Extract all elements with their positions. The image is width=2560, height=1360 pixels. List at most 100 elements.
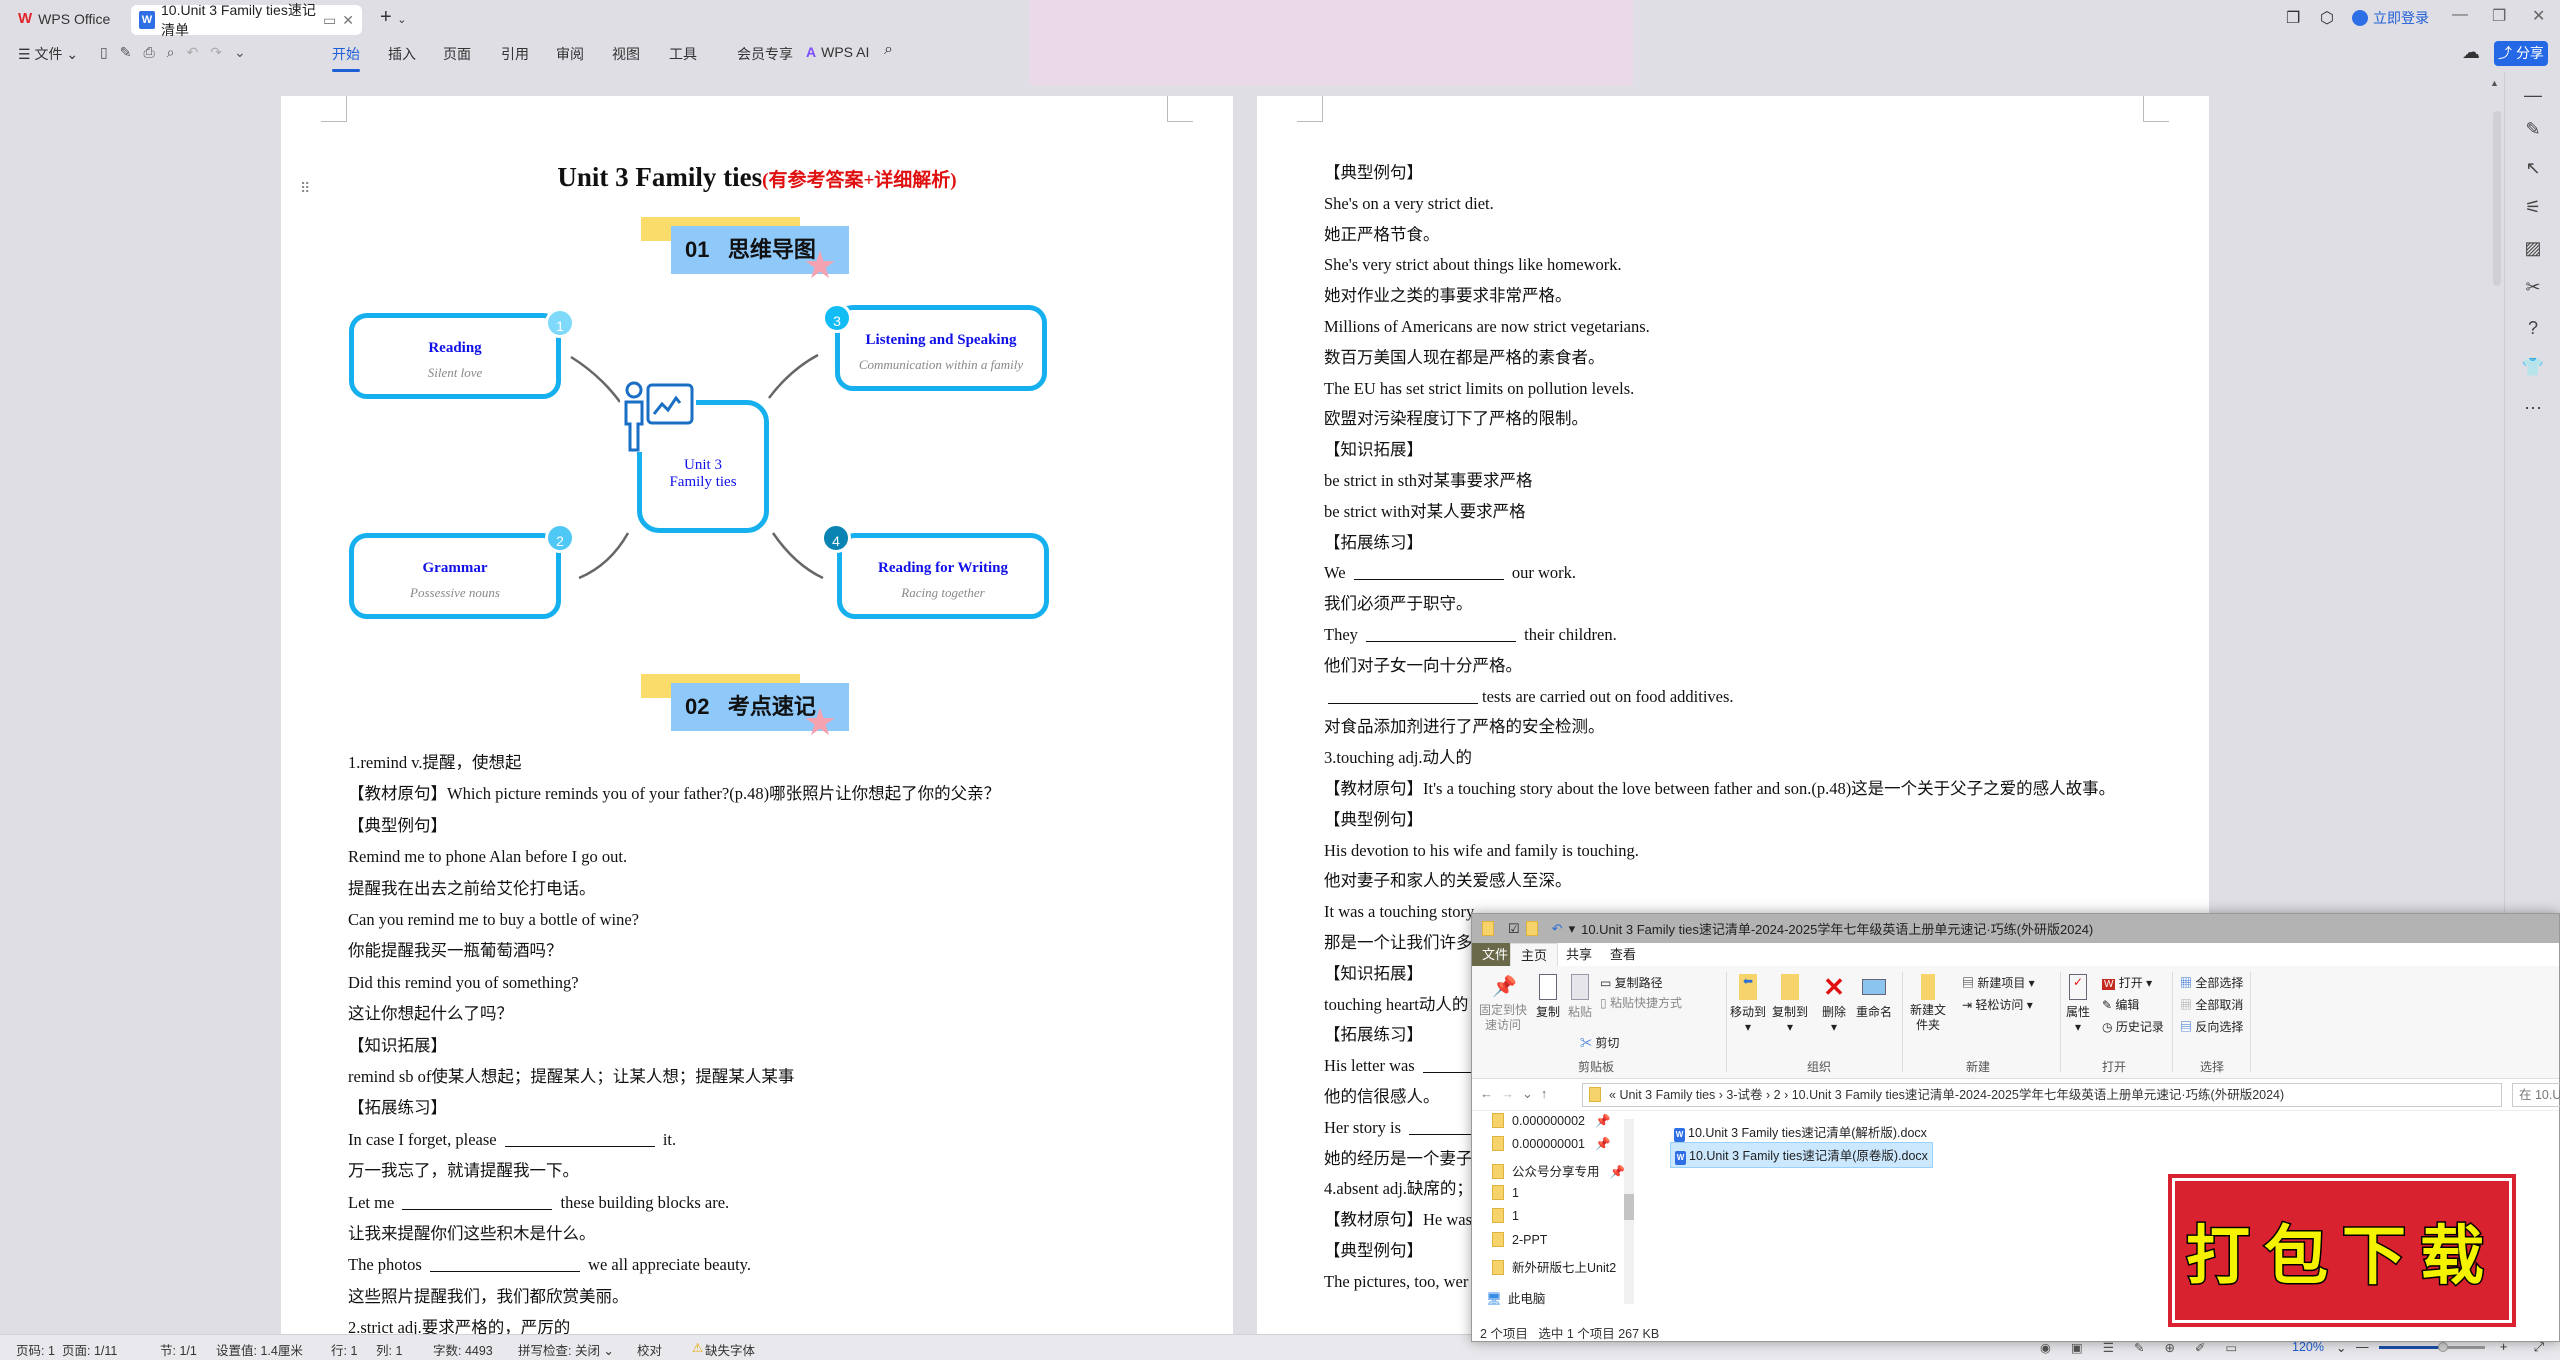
explorer-tab[interactable]: 主页 [1510, 943, 1559, 966]
text-line: 这让你想起什么了吗？ [348, 1004, 513, 1024]
computer-icon: 🖥 [1486, 1292, 1502, 1306]
status-item[interactable]: 拼写检查: 关闭 ⌄ [518, 1340, 614, 1359]
cloud-upload-icon[interactable]: ☁ [2462, 42, 2480, 63]
cursor-icon[interactable]: ↖ [2520, 155, 2546, 181]
explorer-address-row: ←→⌄↑ « Unit 3 Family ties › 3-试卷 › 2 › 1… [1472, 1079, 2560, 1111]
mindmap-node: Listening and Speaking Communication with… [835, 305, 1047, 391]
search-box[interactable]: 在 10.Unit 3 [2512, 1083, 2560, 1107]
breadcrumb-overflow[interactable]: « [1609, 1088, 1619, 1102]
nav-pane-scrollbar[interactable] [1624, 1119, 1634, 1304]
rename-button[interactable]: 重命名 [1856, 974, 1892, 1020]
delete-button[interactable]: ✕ 删除 ▾ [1822, 974, 1846, 1034]
select-all-button[interactable]: ▦ 全部选择 [2180, 974, 2243, 991]
properties-button[interactable]: ✓ 属性 ▾ [2066, 974, 2090, 1034]
text-line: tests are carried out on food additives. [1324, 682, 1734, 712]
nav-tree-item[interactable]: 1 [1492, 1185, 1519, 1200]
copy-path-button[interactable]: ▭ 复制路径 [1600, 974, 1663, 991]
copy-button[interactable]: 复制 [1536, 974, 1560, 1020]
nav-tree-item[interactable]: 2-PPT [1492, 1232, 1547, 1247]
easy-access-button[interactable]: ⇥ 轻松访问 ▾ [1962, 996, 2033, 1013]
zoom-in-icon[interactable]: + [2500, 1340, 2507, 1354]
edit-button[interactable]: ✎ 编辑 [2102, 996, 2139, 1013]
text-segment: His letter was [1324, 1056, 1419, 1076]
answer-blank[interactable] [402, 1190, 553, 1210]
share-button[interactable]: ⤴ 分享 [2494, 41, 2548, 66]
pin-quick-access-button[interactable]: 📌 固定到快速访问 [1478, 974, 1528, 1033]
status-item: 行: 1 [331, 1344, 358, 1358]
text-segment: their children. [1520, 625, 1617, 644]
nav-tree-item[interactable]: 🖥 此电脑 [1486, 1288, 1545, 1307]
zoom-dropdown-icon[interactable]: ⌄ [2336, 1340, 2346, 1355]
folder-icon [1482, 921, 1494, 936]
explorer-title-bar[interactable]: ☑ ↶ ▾ 10.Unit 3 Family ties速记清单-2024-2025学… [1472, 914, 2559, 943]
settings-sliders-icon[interactable]: ⚟ [2520, 194, 2546, 220]
gallery-icon[interactable]: ▨ [2520, 235, 2546, 261]
explorer-tab[interactable]: 查看 [1600, 943, 1646, 966]
login-button[interactable]: 立即登录 [2352, 8, 2429, 28]
forward-icon: → [1501, 1086, 1522, 1101]
nav-buttons[interactable]: ←→⌄↑ [1480, 1086, 1555, 1102]
pen-icon[interactable]: ✎ [2520, 116, 2546, 142]
download-package-stamp[interactable]: 打包下载 [2168, 1174, 2516, 1327]
folder-icon [1492, 1164, 1504, 1179]
nav-tree-item[interactable]: 1 [1492, 1208, 1519, 1223]
cut-button[interactable]: ✂ 剪切 [1580, 1034, 1619, 1051]
scroll-up-icon[interactable]: ▲ [2490, 78, 2499, 88]
breadcrumb-item[interactable]: 3-试卷 [1726, 1088, 1762, 1102]
nav-tree-item[interactable]: 公众号分享专用 📌 [1492, 1161, 1625, 1180]
new-item-button[interactable]: ▤ 新建项目 ▾ [1962, 974, 2035, 991]
restore-button[interactable]: ❐ [2492, 6, 2506, 26]
zoom-level[interactable]: 120% [2292, 1340, 2324, 1354]
select-none-button[interactable]: ▦ 全部取消 [2180, 996, 2243, 1013]
text-line: 那是一个让我们许多 [1324, 933, 1473, 952]
mindmap-node-subtitle: Possessive nouns [410, 585, 500, 600]
close-window-button[interactable]: ✕ [2532, 6, 2545, 26]
breadcrumb-item[interactable]: 10.Unit 3 Family ties速记清单-2024-2025学年七年级… [1792, 1088, 2284, 1102]
invert-selection-button[interactable]: ▤ 反向选择 [2180, 1018, 2243, 1035]
zoom-out-icon[interactable]: — [2356, 1340, 2369, 1354]
help-icon[interactable]: ? [2520, 315, 2546, 341]
open-button[interactable]: W 打开 ▾ [2102, 974, 2152, 991]
text-line: She's very strict about things like home… [1324, 255, 1622, 275]
recent-icon: ⌄ [1522, 1086, 1541, 1101]
copy-to-button[interactable]: 复制到 ▾ [1772, 974, 1808, 1034]
fullscreen-icon[interactable]: ⤢ [2534, 1340, 2544, 1355]
paste-shortcut-button[interactable]: ▯ 粘贴快捷方式 [1600, 994, 1682, 1011]
explorer-tab[interactable]: 共享 [1556, 943, 1602, 966]
outline-icon: ☰ [2102, 1341, 2134, 1355]
share-label: 分享 [2515, 45, 2544, 61]
nav-tree-item[interactable]: 0.000000001 📌 [1492, 1136, 1611, 1152]
login-label: 立即登录 [2373, 10, 2429, 26]
breadcrumb-item[interactable]: 2 [1774, 1088, 1781, 1102]
window-layout-icon[interactable]: ❐ [2286, 8, 2300, 28]
view-mode-buttons[interactable]: ◉▣☰✎⊕✐▭ [2040, 1340, 2257, 1355]
collapse-icon[interactable]: — [2520, 82, 2546, 108]
text-line: 【知识拓展】 [1324, 440, 1423, 460]
file-item[interactable]: W 10.Unit 3 Family ties速记清单(解析版).docx [1670, 1120, 1931, 1144]
answer-blank[interactable] [504, 1127, 655, 1147]
history-button[interactable]: ◷ 历史记录 [2102, 1018, 2164, 1035]
answer-blank[interactable] [1328, 684, 1478, 704]
answer-blank[interactable] [1353, 560, 1504, 581]
paste-button[interactable]: 粘贴 [1568, 974, 1592, 1020]
folder-icon [1492, 1113, 1504, 1128]
status-item[interactable]: 校对 [637, 1340, 662, 1359]
nav-tree-item[interactable]: 新外研版七上Unit2 [1492, 1257, 1616, 1276]
more-icon[interactable]: ⋯ [2520, 395, 2546, 421]
answer-blank[interactable] [429, 1252, 580, 1273]
file-item[interactable]: W 10.Unit 3 Family ties速记清单(原卷版).docx [1670, 1142, 1933, 1168]
word-doc-icon: W [1674, 1128, 1685, 1142]
answer-blank[interactable] [1366, 622, 1517, 642]
address-bar[interactable]: « Unit 3 Family ties › 3-试卷 › 2 › 10.Uni… [1582, 1083, 2502, 1107]
minimize-button[interactable]: — [2452, 6, 2468, 24]
skin-icon[interactable]: 👕 [2520, 354, 2546, 380]
move-to-button[interactable]: ⬅ 移动到 ▾ [1730, 974, 1766, 1034]
new-folder-button[interactable]: 新建文件夹 [1908, 974, 1948, 1033]
tools-icon[interactable]: ✂ [2520, 274, 2546, 300]
cube-icon[interactable]: ⬡ [2320, 8, 2334, 28]
zoom-slider[interactable] [2379, 1342, 2485, 1352]
vertical-scrollbar[interactable] [2493, 111, 2501, 286]
breadcrumb-item[interactable]: Unit 3 Family ties [1619, 1088, 1715, 1102]
nav-tree-item[interactable]: 0.000000002 📌 [1492, 1113, 1611, 1129]
explorer-title: 10.Unit 3 Family ties速记清单-2024-2025学年七年级… [1581, 922, 2094, 937]
